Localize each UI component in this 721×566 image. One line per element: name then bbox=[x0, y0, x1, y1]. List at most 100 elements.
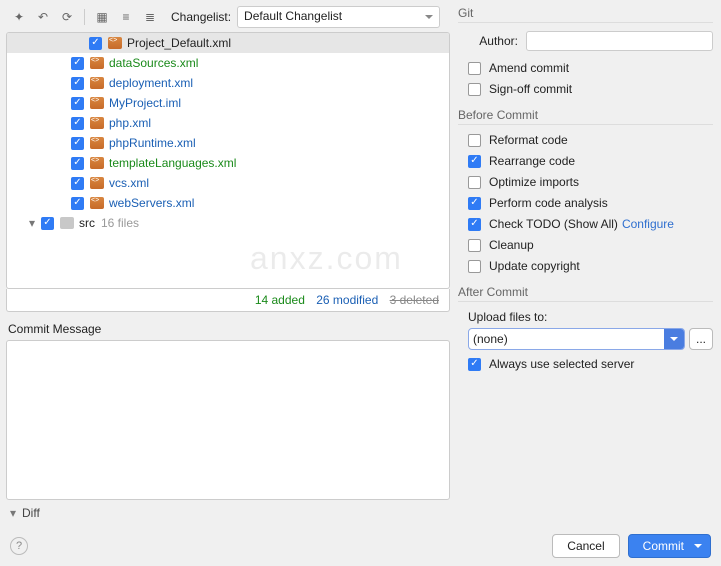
xml-file-icon bbox=[90, 197, 104, 209]
revert-icon[interactable]: ↶ bbox=[34, 8, 52, 26]
checkbox[interactable] bbox=[468, 260, 481, 273]
before-commit-section-title: Before Commit bbox=[458, 108, 713, 125]
folder-count: 16 files bbox=[101, 216, 139, 230]
file-name: deployment.xml bbox=[109, 76, 193, 90]
checkbox[interactable] bbox=[71, 77, 84, 90]
tree-folder[interactable]: ▾ src 16 files bbox=[7, 213, 449, 233]
summary-deleted: 3 deleted bbox=[390, 293, 439, 307]
file-name: templateLanguages.xml bbox=[109, 156, 236, 170]
show-diff-icon[interactable]: ✦ bbox=[10, 8, 28, 26]
changelist-value: Default Changelist bbox=[244, 9, 342, 23]
author-input[interactable] bbox=[526, 31, 713, 51]
cancel-button[interactable]: Cancel bbox=[552, 534, 619, 558]
checkbox[interactable] bbox=[71, 137, 84, 150]
file-name: dataSources.xml bbox=[109, 56, 198, 70]
xml-file-icon bbox=[90, 97, 104, 109]
xml-file-icon bbox=[90, 117, 104, 129]
tree-file-row[interactable]: webServers.xml bbox=[7, 193, 449, 213]
option-label: Rearrange code bbox=[489, 154, 575, 168]
checkbox[interactable] bbox=[468, 358, 481, 371]
folder-name: src bbox=[79, 216, 95, 230]
collapse-all-icon[interactable]: ≣ bbox=[141, 8, 159, 26]
before-commit-option[interactable]: Check TODO (Show All) Configure bbox=[468, 217, 713, 231]
xml-file-icon bbox=[90, 177, 104, 189]
checkbox[interactable] bbox=[468, 62, 481, 75]
checkbox[interactable] bbox=[468, 176, 481, 189]
tree-file-row[interactable]: vcs.xml bbox=[7, 173, 449, 193]
amend-commit-row[interactable]: Amend commit bbox=[468, 61, 713, 75]
checkbox[interactable] bbox=[71, 97, 84, 110]
option-label: Cleanup bbox=[489, 238, 534, 252]
checkbox[interactable] bbox=[41, 217, 54, 230]
before-commit-option[interactable]: Perform code analysis bbox=[468, 196, 713, 210]
option-label: Check TODO (Show All) bbox=[489, 217, 618, 231]
author-label: Author: bbox=[458, 34, 518, 48]
checkbox[interactable] bbox=[468, 83, 481, 96]
xml-file-icon bbox=[108, 37, 122, 49]
tree-root[interactable]: Project_Default.xml bbox=[7, 33, 449, 53]
changed-files-tree[interactable]: Project_Default.xml dataSources.xml deplo… bbox=[6, 32, 450, 289]
before-commit-option[interactable]: Rearrange code bbox=[468, 154, 713, 168]
checkbox[interactable] bbox=[71, 57, 84, 70]
checkbox[interactable] bbox=[468, 239, 481, 252]
git-section-title: Git bbox=[458, 6, 713, 23]
commit-message-label: Commit Message bbox=[8, 322, 450, 336]
tree-file-row[interactable]: dataSources.xml bbox=[7, 53, 449, 73]
xml-file-icon bbox=[90, 57, 104, 69]
file-name: webServers.xml bbox=[109, 196, 194, 210]
changelist-label: Changelist: bbox=[171, 10, 231, 24]
summary-modified: 26 modified bbox=[316, 293, 378, 307]
help-button[interactable]: ? bbox=[10, 537, 28, 555]
chevron-down-icon[interactable]: ▾ bbox=[29, 216, 39, 230]
signoff-commit-row[interactable]: Sign-off commit bbox=[468, 82, 713, 96]
checkbox[interactable] bbox=[71, 177, 84, 190]
tree-file-row[interactable]: MyProject.iml bbox=[7, 93, 449, 113]
file-name: php.xml bbox=[109, 116, 151, 130]
browse-button[interactable]: ... bbox=[689, 328, 713, 350]
configure-link[interactable]: Configure bbox=[622, 217, 674, 231]
option-label: Reformat code bbox=[489, 133, 568, 147]
tree-file-row[interactable]: templateLanguages.xml bbox=[7, 153, 449, 173]
before-commit-option[interactable]: Optimize imports bbox=[468, 175, 713, 189]
group-by-icon[interactable]: ▦ bbox=[93, 8, 111, 26]
tree-file-row[interactable]: php.xml bbox=[7, 113, 449, 133]
before-commit-option[interactable]: Reformat code bbox=[468, 133, 713, 147]
option-label: Optimize imports bbox=[489, 175, 579, 189]
commit-message-input[interactable] bbox=[6, 340, 450, 500]
refresh-icon[interactable]: ⟳ bbox=[58, 8, 76, 26]
option-label: Update copyright bbox=[489, 259, 580, 273]
expand-all-icon[interactable]: ≡ bbox=[117, 8, 135, 26]
tree-file-row[interactable]: phpRuntime.xml bbox=[7, 133, 449, 153]
always-use-server-row[interactable]: Always use selected server bbox=[468, 357, 713, 371]
checkbox[interactable] bbox=[71, 117, 84, 130]
after-commit-section-title: After Commit bbox=[458, 285, 713, 302]
file-name: phpRuntime.xml bbox=[109, 136, 196, 150]
xml-file-icon bbox=[90, 137, 104, 149]
checkbox[interactable] bbox=[71, 157, 84, 170]
chevron-down-icon[interactable]: ▾ bbox=[10, 506, 20, 520]
upload-value: (none) bbox=[473, 332, 508, 346]
dropdown-arrow-icon[interactable] bbox=[664, 329, 684, 349]
changelist-dropdown[interactable]: Default Changelist bbox=[237, 6, 440, 28]
checkbox[interactable] bbox=[468, 134, 481, 147]
option-label: Perform code analysis bbox=[489, 196, 608, 210]
always-label: Always use selected server bbox=[489, 357, 634, 371]
before-commit-option[interactable]: Cleanup bbox=[468, 238, 713, 252]
before-commit-option[interactable]: Update copyright bbox=[468, 259, 713, 273]
checkbox[interactable] bbox=[89, 37, 102, 50]
file-name: MyProject.iml bbox=[109, 96, 181, 110]
commit-button[interactable]: Commit bbox=[628, 534, 711, 558]
xml-file-icon bbox=[90, 77, 104, 89]
diff-label: Diff bbox=[22, 506, 40, 520]
checkbox[interactable] bbox=[468, 218, 481, 231]
upload-label: Upload files to: bbox=[468, 310, 713, 324]
file-name: Project_Default.xml bbox=[127, 36, 231, 50]
checkbox[interactable] bbox=[468, 155, 481, 168]
checkbox[interactable] bbox=[468, 197, 481, 210]
checkbox[interactable] bbox=[71, 197, 84, 210]
folder-icon bbox=[60, 217, 74, 229]
tree-file-row[interactable]: deployment.xml bbox=[7, 73, 449, 93]
amend-label: Amend commit bbox=[489, 61, 569, 75]
file-name: vcs.xml bbox=[109, 176, 149, 190]
upload-server-dropdown[interactable]: (none) bbox=[468, 328, 685, 350]
